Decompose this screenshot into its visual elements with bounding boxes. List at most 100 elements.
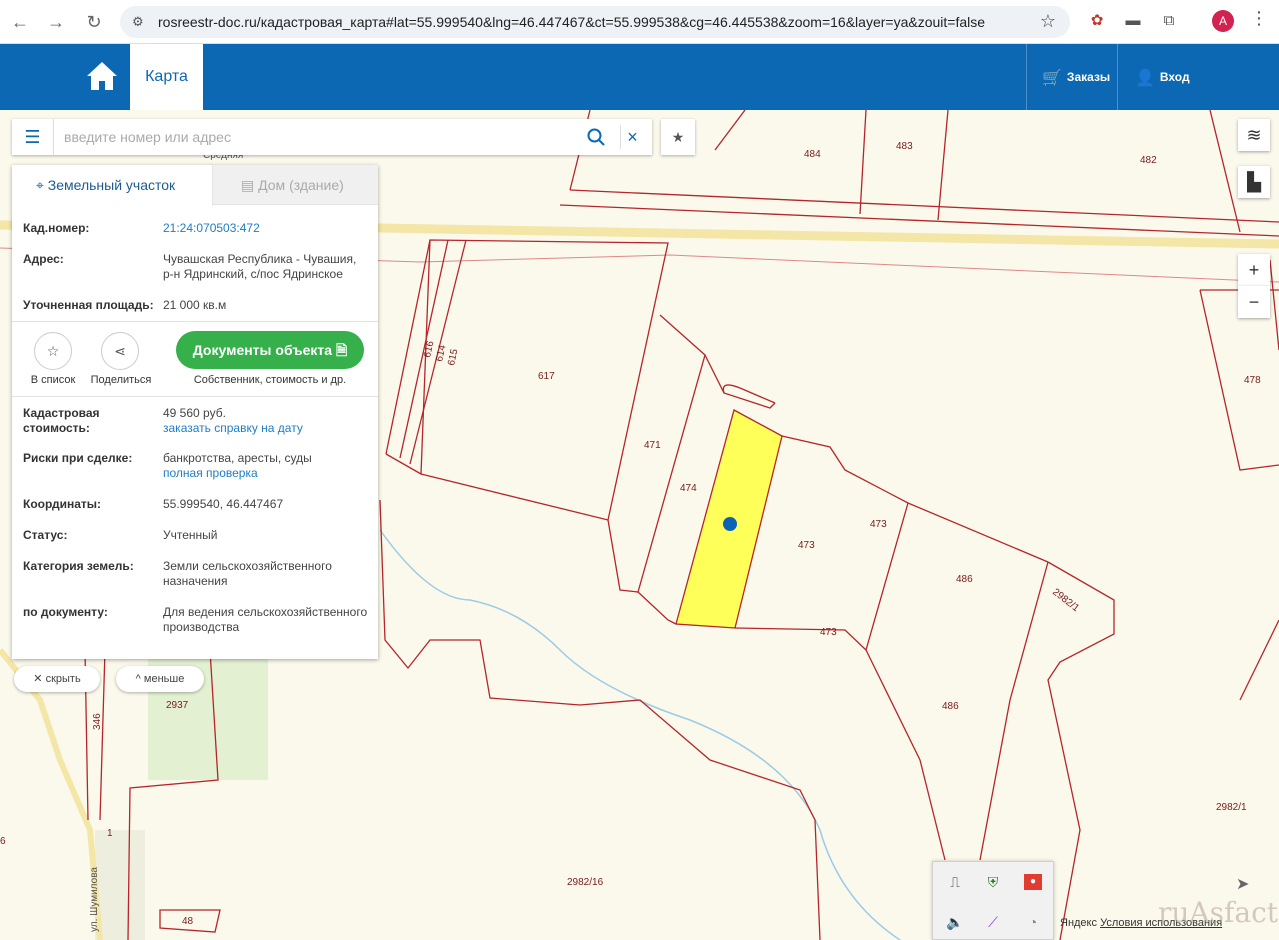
- order-certificate-link[interactable]: заказать справку на дату: [163, 421, 303, 435]
- land-category-value: Земли сельскохозяйственного назначения: [163, 559, 332, 588]
- documents-button[interactable]: Документы объекта 🗎: [176, 331, 364, 369]
- parcel-label: 2982/1: [1050, 587, 1081, 615]
- parcel-label: 2937: [166, 700, 189, 711]
- field-label: Риски при сделке:: [23, 451, 133, 465]
- parcel-label: 474: [680, 483, 697, 494]
- login-label: Вход: [1159, 70, 1190, 84]
- layers-button[interactable]: ≋: [1238, 119, 1270, 151]
- parcel-label: 486: [956, 574, 973, 585]
- address-bar[interactable]: ⚙ rosreestr-doc.ru/кадастровая_карта#lat…: [120, 6, 1070, 38]
- record-icon[interactable]: ●: [1024, 874, 1042, 890]
- home-icon[interactable]: [84, 58, 120, 94]
- parcel-info-panel: ⌖ Земельный участок ▤ Дом (здание) Кад.н…: [12, 165, 378, 659]
- parcel-label: 615: [446, 348, 460, 367]
- field-label: Координаты:: [23, 497, 102, 511]
- share-button[interactable]: ⋖: [101, 332, 139, 370]
- zoom-in-button[interactable]: +: [1238, 254, 1270, 286]
- address-value: Чувашская Республика - Чувашия, р-н Ядри…: [163, 252, 357, 281]
- login-button[interactable]: 👤 Вход: [1117, 44, 1279, 110]
- user-icon: 👤: [1135, 70, 1155, 87]
- extension-hat-icon[interactable]: ▬: [1122, 10, 1144, 32]
- collapse-panel-button[interactable]: ^ меньше: [116, 666, 204, 692]
- orders-label: Заказы: [1066, 70, 1111, 84]
- forward-arrow-icon[interactable]: →: [44, 10, 68, 34]
- ruler-icon: ▙: [1247, 172, 1261, 192]
- speaker-icon[interactable]: 🔈: [941, 908, 969, 936]
- parcel-label: 473: [820, 627, 837, 638]
- parcel-label: 2982/16: [567, 877, 604, 888]
- share-caption: Поделиться: [90, 374, 152, 386]
- river: [379, 529, 901, 940]
- orders-button[interactable]: 🛒 Заказы: [1026, 44, 1116, 110]
- tab-land-label: Земельный участок: [47, 177, 176, 193]
- field-label: Статус:: [23, 528, 68, 542]
- url-text[interactable]: rosreestr-doc.ru/кадастровая_карта#lat=5…: [158, 14, 985, 30]
- parcel-label: 2982/1: [1216, 802, 1247, 813]
- parcel-label: 473: [870, 519, 887, 530]
- site-info-icon[interactable]: ⚙: [132, 14, 144, 30]
- tab-map[interactable]: Карта: [130, 44, 203, 110]
- reload-icon[interactable]: ↻: [82, 10, 106, 34]
- divider: [12, 321, 378, 322]
- parcel-label: 6: [0, 836, 6, 847]
- puzzle-icon[interactable]: ⧉: [1158, 10, 1180, 32]
- menu-icon[interactable]: ☰: [12, 119, 54, 155]
- parcel-label: 486: [942, 701, 959, 712]
- bookmark-star-icon[interactable]: ☆: [1040, 11, 1056, 32]
- parcel-label: 478: [1244, 375, 1261, 386]
- watermark: ruAsfactory: [1158, 896, 1279, 929]
- profile-avatar[interactable]: A: [1212, 10, 1234, 32]
- pen-icon[interactable]: ⟋: [979, 908, 1007, 936]
- search-input[interactable]: [64, 127, 584, 147]
- back-arrow-icon[interactable]: ←: [8, 10, 32, 34]
- full-check-link[interactable]: полная проверка: [163, 466, 258, 480]
- cadastral-number-link[interactable]: 21:24:070503:472: [163, 221, 260, 235]
- field-label: Кадастровая стоимость:: [23, 406, 100, 435]
- parcel-label: 617: [538, 371, 555, 382]
- road-vertical: [0, 648, 103, 940]
- extension-icon[interactable]: ✿: [1086, 10, 1108, 32]
- tab-land-plot[interactable]: ⌖ Земельный участок: [12, 165, 212, 205]
- navigation-arrow-icon[interactable]: ➤: [1236, 874, 1249, 894]
- less-label: меньше: [143, 673, 185, 685]
- area-value: 21 000 кв.м: [163, 298, 227, 312]
- parcel-label: 471: [644, 440, 661, 451]
- ruler-button[interactable]: ▙: [1238, 166, 1270, 198]
- field-label: Уточненная площадь:: [23, 298, 154, 312]
- parcel-label: 473: [798, 540, 815, 551]
- usb-icon[interactable]: ⎍: [941, 868, 969, 896]
- search-bar: ☰ ×: [12, 119, 652, 155]
- close-icon[interactable]: ×: [620, 125, 644, 149]
- documents-button-label: Документы объекта: [192, 342, 333, 358]
- tab-house[interactable]: ▤ Дом (здание): [212, 165, 378, 205]
- star-outline-icon: ☆: [46, 343, 60, 359]
- location-marker[interactable]: [723, 517, 737, 531]
- system-tray-popup: ⎍ ⛨ ● 🔈 ⟋ ◔: [932, 861, 1054, 940]
- browser-toolbar: ← → ↻ ⚙ rosreestr-doc.ru/кадастровая_кар…: [0, 0, 1279, 44]
- coordinates-value: 55.999540, 46.447467: [163, 497, 284, 511]
- close-icon: ✕: [33, 673, 46, 685]
- document-icon: 🗎: [335, 342, 348, 358]
- hide-panel-button[interactable]: ✕ скрыть: [14, 666, 100, 692]
- site-header: Карта 🛒 Заказы 👤 Вход: [0, 44, 1279, 110]
- tab-house-label: Дом (здание): [258, 177, 344, 193]
- panel-tabs: ⌖ Земельный участок ▤ Дом (здание): [12, 165, 378, 205]
- building-icon: ▤: [241, 177, 259, 193]
- search-icon[interactable]: [586, 127, 606, 147]
- field-label: по документу:: [23, 605, 108, 619]
- cart-icon: 🛒: [1042, 70, 1062, 87]
- parcel-label: 346: [92, 713, 103, 730]
- parcel-label: 484: [804, 149, 821, 160]
- zoom-out-button[interactable]: −: [1238, 286, 1270, 318]
- hide-label: скрыть: [45, 673, 81, 685]
- shield-icon[interactable]: ⛨: [979, 868, 1007, 896]
- parcel-label: 48: [182, 916, 194, 927]
- add-to-list-button[interactable]: ☆: [34, 332, 72, 370]
- cost-value: 49 560 руб.: [163, 406, 226, 420]
- layers-icon: ≋: [1246, 125, 1262, 145]
- field-label: Кад.номер:: [23, 221, 90, 235]
- favorites-star-button[interactable]: ★: [661, 119, 695, 155]
- share-icon: ⋖: [114, 343, 126, 359]
- browser-menu-icon[interactable]: ⋮: [1250, 8, 1268, 29]
- network-icon[interactable]: ◔: [1019, 908, 1047, 936]
